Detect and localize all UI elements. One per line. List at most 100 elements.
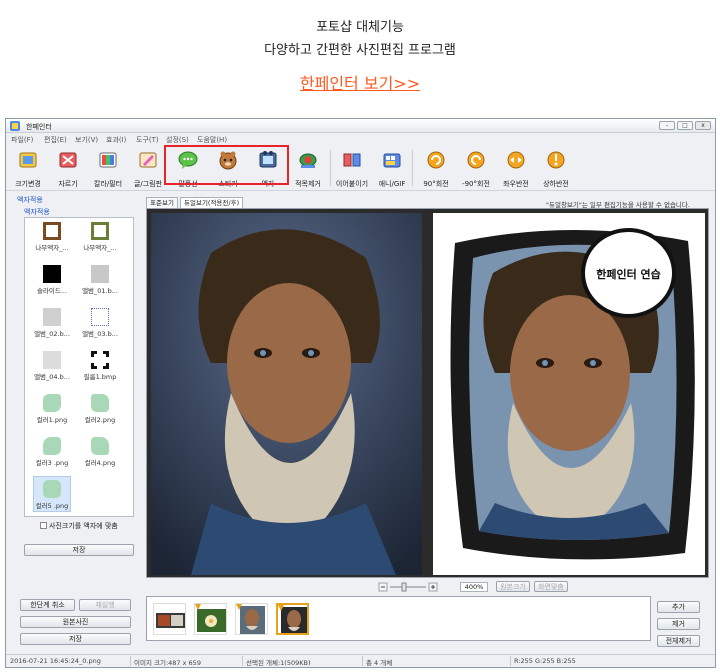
promo-line-2: 다양하고 간편한 사진편집 프로그램 bbox=[264, 43, 456, 58]
before-photo[interactable] bbox=[151, 213, 422, 575]
menu-help[interactable]: 도움말(H) bbox=[197, 135, 227, 145]
tool-red-eye[interactable]: 적목제거 bbox=[288, 149, 328, 189]
redo-button[interactable]: 재실행 bbox=[79, 599, 131, 611]
list-item[interactable]: 앨범_04.b... bbox=[33, 351, 71, 381]
tool-color-filter[interactable]: 칼라/필터 bbox=[88, 149, 128, 189]
list-item[interactable]: 슬라이드... bbox=[33, 265, 71, 295]
menu-tools[interactable]: 도구(T) bbox=[136, 135, 159, 145]
tool-flip-horizontal[interactable]: 좌우반전 bbox=[496, 149, 536, 189]
highlight-box bbox=[164, 145, 289, 185]
tool-merge[interactable]: 이어붙이기 bbox=[332, 149, 372, 189]
menu-bar: 파일(F) 편집(E) 보기(V) 효과(I) 도구(T) 설정(S) 도움말(… bbox=[6, 134, 715, 145]
list-item-selected[interactable]: 컬러5 .png bbox=[33, 476, 71, 512]
status-count: 총 4 개체 bbox=[366, 659, 393, 667]
panel-tab[interactable]: 액자적용 bbox=[24, 207, 50, 217]
status-bar: 2016-07-21 16:45:24_0.png 이미지 크기:487 x 6… bbox=[6, 654, 715, 667]
tool-rotate-left[interactable]: -90°회전 bbox=[456, 149, 496, 189]
frame-thumbnail bbox=[43, 351, 61, 369]
zoom-slider[interactable] bbox=[378, 581, 438, 593]
frame-thumbnail bbox=[43, 394, 61, 412]
status-rgb: R:255 G:255 B:255 bbox=[514, 657, 576, 665]
tool-rotate-right[interactable]: 90°회전 bbox=[416, 149, 456, 189]
original-photo-button[interactable]: 원본사진 bbox=[20, 616, 131, 628]
add-button[interactable]: 추가 bbox=[657, 601, 700, 613]
fit-to-frame-checkbox[interactable]: 사진크기를 액자에 맞춤 bbox=[40, 521, 118, 531]
status-image-size: 이미지 크기:487 x 659 bbox=[134, 659, 201, 667]
original-size-button[interactable]: 원본크기 bbox=[496, 581, 530, 592]
frame-thumbnail bbox=[91, 308, 109, 326]
portrait-before-image bbox=[151, 213, 422, 575]
list-item[interactable]: 컬러1.png bbox=[33, 394, 71, 424]
speech-bubble[interactable]: 한페인터 연습 bbox=[581, 228, 676, 318]
tool-resize[interactable]: 크기변경 bbox=[8, 149, 48, 189]
list-item[interactable]: 필름1.bmp bbox=[81, 351, 119, 381]
tab-standard-view[interactable]: 표준보기 bbox=[146, 197, 178, 208]
tool-red-eye-label: 적목제거 bbox=[295, 180, 321, 188]
menu-settings[interactable]: 설정(S) bbox=[166, 135, 189, 145]
window-title: 한페인터 bbox=[26, 123, 52, 131]
film-thumbnail-selected[interactable] bbox=[276, 603, 309, 635]
tool-crop[interactable]: 자르기 bbox=[48, 149, 88, 189]
list-item[interactable]: 나무액자_... bbox=[33, 222, 71, 252]
list-item[interactable]: 컬러3 .png bbox=[33, 437, 71, 467]
gif-icon bbox=[383, 153, 401, 168]
panel-header: 액자적용 bbox=[17, 196, 43, 204]
promo-link[interactable]: 한페인터 보기>> bbox=[0, 70, 720, 94]
status-separator bbox=[130, 656, 131, 666]
title-bar: 한페인터 - □ x bbox=[6, 119, 715, 133]
flip-horizontal-icon bbox=[507, 151, 525, 169]
list-item[interactable]: 컬러4.png bbox=[81, 437, 119, 467]
tool-flip-vertical-label: 상하반전 bbox=[543, 180, 569, 188]
menu-view[interactable]: 보기(V) bbox=[75, 135, 98, 145]
rotate-left-icon bbox=[467, 151, 485, 169]
save-button[interactable]: 저장 bbox=[20, 633, 131, 645]
checkbox-box[interactable] bbox=[40, 522, 47, 529]
list-item[interactable]: 앨범_03.b... bbox=[81, 308, 119, 338]
list-item[interactable]: 앨범_01.b... bbox=[81, 265, 119, 295]
list-item[interactable]: 컬러2.png bbox=[81, 394, 119, 424]
app-logo-icon bbox=[10, 121, 20, 131]
status-separator bbox=[362, 656, 363, 666]
status-file: 2016-07-21 16:45:24_0.png bbox=[10, 657, 101, 665]
frame-thumbnail bbox=[43, 222, 61, 240]
status-selected: 선택된 개체:1(509KB) bbox=[246, 659, 311, 667]
frame-panel: 액자적용 액자적용 나무액자_... 나무액자_... 슬라이드... 앨범_0… bbox=[10, 192, 134, 564]
fit-screen-button[interactable]: 화면맞춤 bbox=[534, 581, 568, 592]
toolbar: 크기변경 자르기 칼라/필터 글/그림판 말풍선 스티커 액자 적목제거 이어붙… bbox=[6, 146, 715, 191]
list-item[interactable]: 나무액자_... bbox=[81, 222, 119, 252]
close-button[interactable]: x bbox=[695, 121, 711, 130]
promo-line-1: 포토샵 대체기능 bbox=[316, 20, 404, 35]
tool-gif-label: 애니/GIF bbox=[378, 180, 406, 188]
maximize-button[interactable]: □ bbox=[677, 121, 693, 130]
tab-dual-view[interactable]: 듀얼보기(적용전/후) bbox=[180, 197, 244, 208]
film-thumbnail[interactable] bbox=[153, 603, 186, 635]
list-item[interactable]: 앨범_02.b... bbox=[33, 308, 71, 338]
menu-effects[interactable]: 효과(I) bbox=[106, 135, 126, 145]
tool-gif[interactable]: 애니/GIF bbox=[372, 149, 412, 189]
thumbnail-image bbox=[278, 605, 307, 633]
remove-button[interactable]: 제거 bbox=[657, 618, 700, 630]
thumbnail-image bbox=[154, 604, 185, 634]
minimize-button[interactable]: - bbox=[659, 121, 675, 130]
frame-thumbnail bbox=[91, 265, 109, 283]
tool-flip-vertical[interactable]: 상하반전 bbox=[536, 149, 576, 189]
status-separator bbox=[242, 656, 243, 666]
frame-thumbnail bbox=[43, 308, 61, 326]
status-separator bbox=[510, 656, 511, 666]
after-photo[interactable]: 한페인터 연습 bbox=[433, 213, 705, 575]
checkbox-label: 사진크기를 액자에 맞춤 bbox=[49, 522, 118, 530]
film-thumbnail[interactable] bbox=[194, 603, 227, 635]
thumbnail-image bbox=[195, 604, 226, 634]
crop-icon bbox=[59, 152, 77, 168]
frame-save-button[interactable]: 저장 bbox=[24, 544, 134, 556]
filmstrip bbox=[146, 596, 651, 641]
tool-text-draw[interactable]: 글/그림판 bbox=[128, 149, 168, 189]
red-eye-icon bbox=[299, 153, 317, 168]
undo-button[interactable]: 한단계 취소 bbox=[20, 599, 75, 611]
remove-all-button[interactable]: 전체제거 bbox=[657, 635, 700, 647]
zoom-level[interactable]: 400% bbox=[460, 582, 488, 592]
menu-edit[interactable]: 편집(E) bbox=[44, 135, 67, 145]
merge-icon bbox=[343, 153, 361, 167]
film-thumbnail[interactable] bbox=[235, 603, 268, 635]
menu-file[interactable]: 파일(F) bbox=[11, 135, 33, 145]
